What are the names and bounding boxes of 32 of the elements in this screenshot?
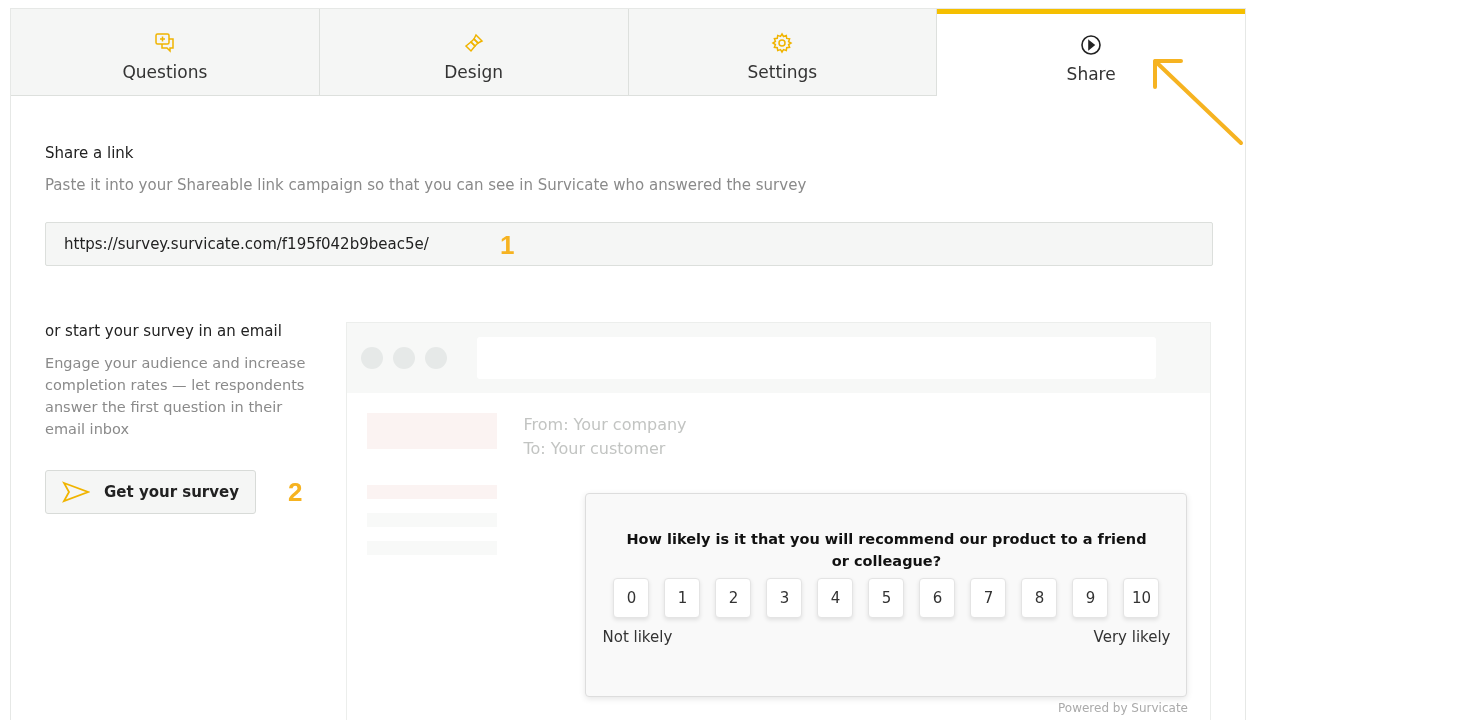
email-sender: From: Your company: [523, 414, 688, 436]
section-description: Paste it into your Shareable link campaign so that you can see in Survicate who answered the survey: [45, 176, 808, 194]
tab[interactable]: Questions: [11, 9, 320, 96]
score-option[interactable]: 0: [613, 578, 650, 618]
tab[interactable]: Settings: [628, 9, 938, 96]
score-option[interactable]: 3: [766, 578, 803, 618]
email-recipient: To: Your customer: [523, 438, 667, 460]
play-icon: [1080, 34, 1103, 56]
brush-icon: [462, 31, 485, 54]
score-option[interactable]: 4: [817, 578, 854, 618]
scale-label: Very likely: [1093, 628, 1171, 646]
score-option[interactable]: 6: [919, 578, 956, 618]
score-option[interactable]: 5: [868, 578, 905, 618]
survey-question: How likely is it that you will recommend our product to a friend or colleague?: [625, 530, 1148, 571]
score-option[interactable]: 1: [664, 578, 701, 618]
step-number: 1: [500, 230, 515, 261]
tab[interactable]: Design: [319, 9, 629, 96]
chat-bubbles-icon: [153, 31, 176, 54]
section-title: Share a link: [45, 144, 135, 162]
get-survey-button[interactable]: Get your survey: [45, 470, 256, 514]
section-title: or start your survey in an email: [45, 322, 283, 340]
score-option[interactable]: 2: [715, 578, 752, 618]
score-option[interactable]: 10: [1123, 578, 1160, 618]
score-option[interactable]: 8: [1021, 578, 1058, 618]
send-icon: [62, 481, 90, 503]
score-option[interactable]: 7: [970, 578, 1007, 618]
section-description: Engage your audience and increase completion rates — let respondents answer the first question in their email inbox: [45, 354, 307, 439]
powered-by-text: Powered by Survicate: [1057, 701, 1188, 715]
scale-label: Not likely: [602, 628, 673, 646]
score-option[interactable]: 9: [1072, 578, 1109, 618]
step-number: 2: [288, 476, 303, 508]
settings-icon: [771, 31, 794, 54]
